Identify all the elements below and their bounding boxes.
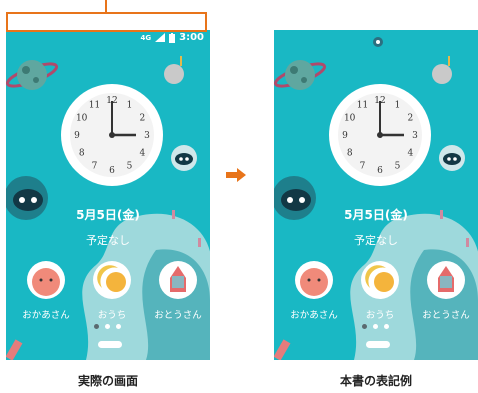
robot-right-icon	[439, 145, 465, 171]
date-label: 5月5日(金)	[76, 208, 140, 222]
clock-numeral: 11	[357, 101, 368, 111]
clock-numeral: 10	[76, 114, 88, 124]
clock-numeral: 3	[412, 131, 418, 141]
home-button[interactable]	[98, 341, 122, 348]
notation-screen: 12 1 2 3 4 5 6 7 8 9 10 11 5月5日(金) 予定なし …	[274, 30, 478, 360]
clock-numeral: 5	[127, 161, 133, 171]
app-label-home[interactable]: おうち	[352, 307, 408, 321]
robot-right-icon	[171, 145, 197, 171]
caption-notation: 本書の表記例	[339, 374, 412, 388]
home-app-icon	[361, 261, 399, 299]
mother-app-icon	[295, 261, 333, 299]
network-type: 4G	[140, 33, 152, 42]
app-label-father[interactable]: おとうさん	[140, 307, 210, 321]
page-dot	[384, 324, 389, 329]
clock-numeral: 12	[106, 96, 117, 106]
clock-numeral: 10	[344, 114, 356, 124]
callout-line	[105, 0, 107, 12]
clock-numeral: 9	[342, 131, 348, 141]
date-label: 5月5日(金)	[344, 208, 408, 222]
clock-numeral: 2	[407, 114, 413, 124]
home-app-icon	[93, 261, 131, 299]
app-label-mother[interactable]: おかあさん	[6, 307, 88, 321]
clock-numeral: 1	[127, 101, 133, 111]
clock-numeral: 7	[92, 161, 98, 171]
schedule-label[interactable]: 予定なし	[6, 232, 210, 248]
page-dot	[116, 324, 121, 329]
father-app-icon	[427, 261, 465, 299]
father-app-icon	[159, 261, 197, 299]
app-label-home[interactable]: おうち	[84, 307, 140, 321]
statusbar-highlight	[6, 12, 207, 32]
page-indicator	[94, 324, 121, 329]
clock-numeral: 4	[407, 149, 413, 159]
clock-numeral: 2	[139, 114, 145, 124]
signal-icon	[155, 33, 166, 42]
page-dot	[94, 324, 99, 329]
actual-screen: 12 1 2 3 4 5 6 7 8 9 10 11 4G 3:00 5月5日(…	[6, 30, 210, 360]
clock-numeral: 4	[139, 149, 145, 159]
home-button[interactable]	[366, 341, 390, 348]
page-dot	[373, 324, 378, 329]
clock-numeral: 5	[395, 161, 401, 171]
app-label-mother[interactable]: おかあさん	[274, 307, 356, 321]
clock-numeral: 8	[347, 149, 353, 159]
clock-numeral: 8	[79, 149, 85, 159]
status-time: 3:00	[179, 32, 204, 43]
app-label-father[interactable]: おとうさん	[408, 307, 478, 321]
clock-numeral: 3	[144, 131, 150, 141]
mother-app-icon	[27, 261, 65, 299]
clock-numeral: 12	[374, 96, 385, 106]
clock-numeral: 6	[377, 166, 383, 176]
clock-numeral: 6	[109, 166, 115, 176]
clock-numeral: 11	[89, 101, 100, 111]
page-indicator	[362, 324, 389, 329]
status-bar: 4G 3:00	[6, 30, 210, 48]
clock-numeral: 9	[74, 131, 80, 141]
arrow-right-icon	[226, 168, 246, 182]
clock-numeral: 1	[395, 101, 401, 111]
battery-icon	[169, 32, 176, 43]
caption-actual: 実際の画面	[77, 374, 138, 388]
clock-numeral: 7	[360, 161, 366, 171]
page-dot	[362, 324, 367, 329]
schedule-label[interactable]: 予定なし	[274, 232, 478, 248]
page-dot	[105, 324, 110, 329]
